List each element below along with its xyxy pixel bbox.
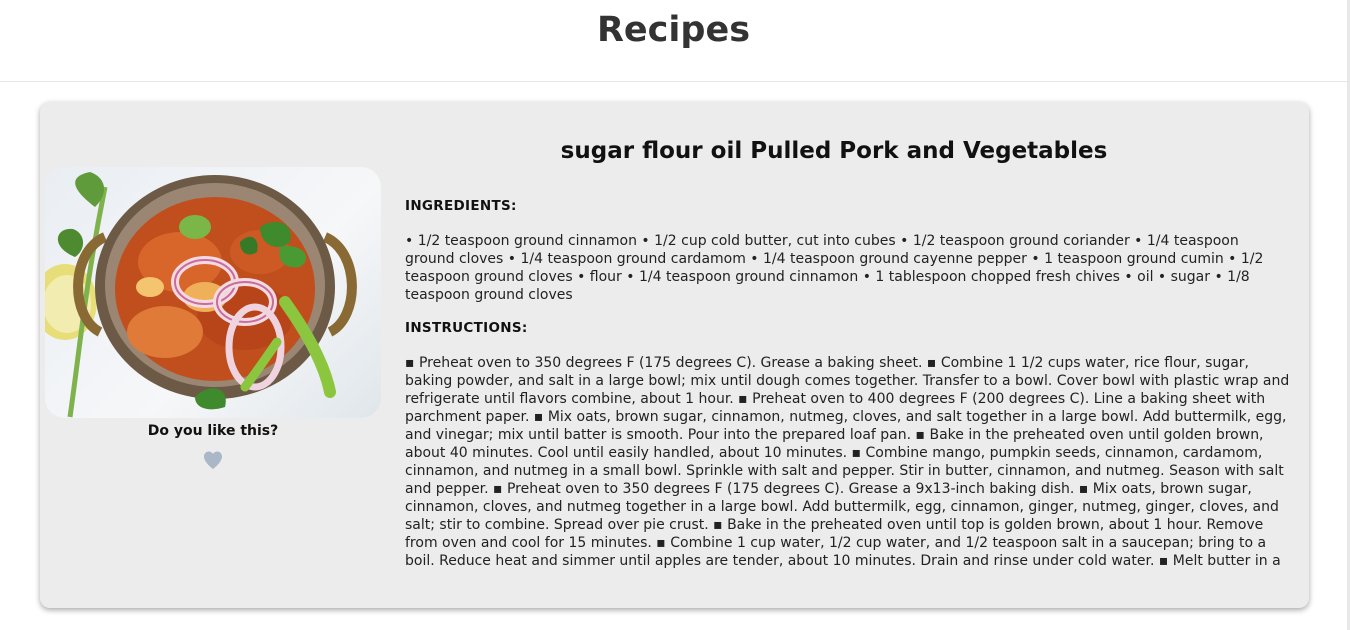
like-button[interactable] (201, 448, 225, 472)
recipe-image (45, 167, 381, 418)
recipe-title: sugar flour oil Pulled Pork and Vegetabl… (560, 138, 1108, 164)
instructions-text: ▪ Preheat oven to 350 degrees F (175 deg… (405, 355, 1290, 569)
dish-photo-illustration (45, 172, 357, 418)
recipe-card: Do you like this? sugar flour oil Pulled… (40, 102, 1309, 608)
heart-icon (204, 451, 222, 469)
like-prompt: Do you like this? (147, 423, 279, 439)
page-title: Recipes (596, 10, 751, 50)
page-header: Recipes (0, 0, 1347, 82)
ingredients-heading: INGREDIENTS: (405, 198, 517, 214)
ingredients-list: • 1/2 teaspoon ground cinnamon • 1/2 cup… (405, 233, 1264, 303)
instructions-heading: INSTRUCTIONS: (405, 320, 528, 336)
